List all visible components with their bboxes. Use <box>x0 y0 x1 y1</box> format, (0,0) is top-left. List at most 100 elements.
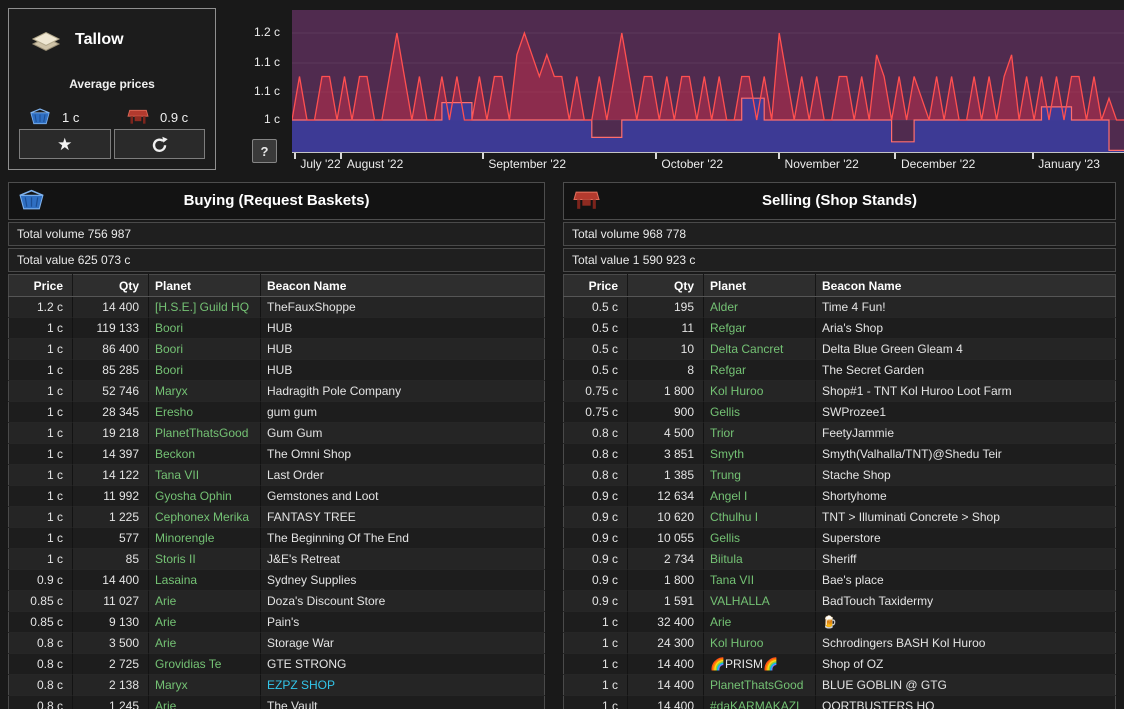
beacon-link[interactable]: Storage War <box>267 636 334 650</box>
beacon-link[interactable]: TheFauxShoppe <box>267 300 356 314</box>
beacon-link[interactable]: GTE STRONG <box>267 657 346 671</box>
planet-link[interactable]: Grovidias Te <box>155 657 221 671</box>
planet-link[interactable]: Arie <box>155 699 176 709</box>
planet-link[interactable]: Arie <box>155 636 176 650</box>
beacon-link[interactable]: Hadragith Pole Company <box>267 384 401 398</box>
planet-link[interactable]: Smyth <box>710 447 744 461</box>
planet-link[interactable]: Maryx <box>155 384 188 398</box>
beacon-link[interactable]: Sydney Supplies <box>267 573 356 587</box>
beacon-link[interactable]: EZPZ SHOP <box>267 678 335 692</box>
planet-link[interactable]: Alder <box>710 300 738 314</box>
qty-cell: 14 400 <box>73 570 149 591</box>
column-header-qty[interactable]: Qty <box>73 275 149 297</box>
help-button[interactable]: ? <box>252 139 277 163</box>
planet-link[interactable]: Trung <box>710 468 741 482</box>
planet-link[interactable]: Angel I <box>710 489 747 503</box>
planet-link[interactable]: #daKARMAKAZI <box>710 699 799 709</box>
planet-link[interactable]: Arie <box>710 615 731 629</box>
planet-link[interactable]: VALHALLA <box>710 594 770 608</box>
beacon-link[interactable]: OORTBUSTERS HQ <box>822 699 934 709</box>
column-header-beacon-name[interactable]: Beacon Name <box>261 275 545 297</box>
beacon-link[interactable]: The Beginning Of The End <box>267 531 409 545</box>
column-header-qty[interactable]: Qty <box>628 275 704 297</box>
beacon-link[interactable]: Aria's Shop <box>822 321 883 335</box>
beacon-link[interactable]: HUB <box>267 363 292 377</box>
table-header-row: PriceQtyPlanetBeacon Name <box>564 275 1116 297</box>
beacon-link[interactable]: gum gum <box>267 405 317 419</box>
planet-link[interactable]: Cephonex Merika <box>155 510 249 524</box>
planet-link[interactable]: Tana VII <box>155 468 199 482</box>
beacon-cell: Shop#1 - TNT Kol Huroo Loot Farm <box>816 381 1116 402</box>
column-header-planet[interactable]: Planet <box>704 275 816 297</box>
planet-link[interactable]: 🌈PRISM🌈 <box>710 657 778 671</box>
column-header-price[interactable]: Price <box>9 275 73 297</box>
beacon-link[interactable]: Time 4 Fun! <box>822 300 886 314</box>
beacon-link[interactable]: BLUE GOBLIN @ GTG <box>822 678 947 692</box>
qty-cell: 85 285 <box>73 360 149 381</box>
planet-link[interactable]: Maryx <box>155 678 188 692</box>
planet-link[interactable]: Biitula <box>710 552 743 566</box>
refresh-button[interactable] <box>114 129 206 159</box>
favorite-button[interactable]: ★ <box>19 129 111 159</box>
beacon-link[interactable]: FANTASY TREE <box>267 510 356 524</box>
beacon-link[interactable]: Shop#1 - TNT Kol Huroo Loot Farm <box>822 384 1012 398</box>
planet-link[interactable]: Tana VII <box>710 573 754 587</box>
column-header-price[interactable]: Price <box>564 275 628 297</box>
beacon-link[interactable]: Gemstones and Loot <box>267 489 378 503</box>
beacon-link[interactable]: 🍺 <box>822 615 837 629</box>
planet-link[interactable]: Cthulhu I <box>710 510 758 524</box>
beacon-link[interactable]: Schrodingers BASH Kol Huroo <box>822 636 985 650</box>
beacon-link[interactable]: Bae's place <box>822 573 884 587</box>
beacon-link[interactable]: J&E's Retreat <box>267 552 340 566</box>
planet-link[interactable]: Storis II <box>155 552 196 566</box>
planet-link[interactable]: Gellis <box>710 405 740 419</box>
beacon-link[interactable]: Delta Blue Green Gleam 4 <box>822 342 963 356</box>
planet-link[interactable]: PlanetThatsGood <box>155 426 248 440</box>
beacon-link[interactable]: Sheriff <box>822 552 856 566</box>
planet-link[interactable]: Delta Cancret <box>710 342 783 356</box>
planet-link[interactable]: Eresho <box>155 405 193 419</box>
planet-link[interactable]: Kol Huroo <box>710 636 763 650</box>
planet-link[interactable]: Boori <box>155 321 183 335</box>
beacon-link[interactable]: Smyth(Valhalla/TNT)@Shedu Teir <box>822 447 1002 461</box>
planet-link[interactable]: Gyosha Ophin <box>155 489 232 503</box>
planet-link[interactable]: Gellis <box>710 531 740 545</box>
beacon-link[interactable]: Shortyhome <box>822 489 887 503</box>
beacon-link[interactable]: FeetyJammie <box>822 426 894 440</box>
beacon-link[interactable]: Shop of OZ <box>822 657 883 671</box>
planet-link[interactable]: [H.S.E.] Guild HQ <box>155 300 249 314</box>
beacon-link[interactable]: Pain's <box>267 615 299 629</box>
beacon-link[interactable]: The Omni Shop <box>267 447 351 461</box>
planet-link[interactable]: Beckon <box>155 447 195 461</box>
beacon-link[interactable]: SWProzee1 <box>822 405 886 419</box>
planet-link[interactable]: Lasaina <box>155 573 197 587</box>
beacon-link[interactable]: The Vault <box>267 699 317 709</box>
planet-link[interactable]: Trior <box>710 426 734 440</box>
column-header-beacon-name[interactable]: Beacon Name <box>816 275 1116 297</box>
request-basket-icon <box>18 188 45 213</box>
beacon-link[interactable]: Stache Shop <box>822 468 891 482</box>
beacon-link[interactable]: The Secret Garden <box>822 363 924 377</box>
planet-link[interactable]: Arie <box>155 615 176 629</box>
beacon-link[interactable]: HUB <box>267 321 292 335</box>
table-row: 1 c14 400🌈PRISM🌈Shop of OZ <box>564 654 1116 675</box>
column-header-planet[interactable]: Planet <box>149 275 261 297</box>
beacon-link[interactable]: BadTouch Taxidermy <box>822 594 933 608</box>
beacon-link[interactable]: TNT > Illuminati Concrete > Shop <box>822 510 1000 524</box>
beacon-link[interactable]: HUB <box>267 342 292 356</box>
planet-link[interactable]: PlanetThatsGood <box>710 678 803 692</box>
beacon-link[interactable]: Doza's Discount Store <box>267 594 385 608</box>
planet-link[interactable]: Boori <box>155 342 183 356</box>
x-axis-tick <box>340 153 342 159</box>
y-axis-label: 1.1 c <box>254 55 280 69</box>
beacon-link[interactable]: Last Order <box>267 468 324 482</box>
planet-link[interactable]: Boori <box>155 363 183 377</box>
planet-link[interactable]: Refgar <box>710 363 746 377</box>
planet-link[interactable]: Arie <box>155 594 176 608</box>
planet-link[interactable]: Kol Huroo <box>710 384 763 398</box>
beacon-link[interactable]: Superstore <box>822 531 881 545</box>
planet-link[interactable]: Minorengle <box>155 531 214 545</box>
beacon-link[interactable]: Gum Gum <box>267 426 322 440</box>
planet-link[interactable]: Refgar <box>710 321 746 335</box>
beacon-cell: Gum Gum <box>261 423 545 444</box>
